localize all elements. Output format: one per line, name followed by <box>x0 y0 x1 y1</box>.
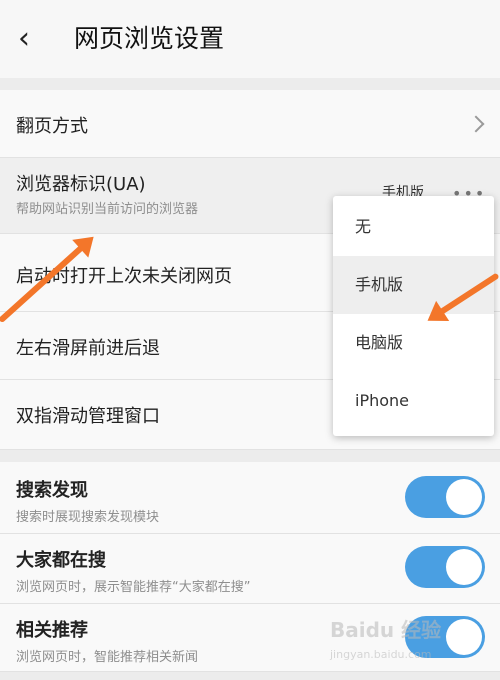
setting-search-discover-sub: 搜索时展现搜索发现模块 <box>16 510 160 525</box>
header-bar: ‹ 网页浏览设置 <box>0 0 500 78</box>
setting-page-turn[interactable]: 翻页方式 <box>0 90 500 158</box>
ua-option-iphone[interactable]: iPhone <box>333 372 494 430</box>
toggle-knob <box>446 479 482 515</box>
baidu-jingyan-watermark: Baidu 经验 jingyan.baidu.com <box>330 610 490 670</box>
toggle-knob <box>446 549 482 585</box>
everyone-search-toggle[interactable] <box>405 546 485 588</box>
watermark-url: jingyan.baidu.com <box>330 648 432 661</box>
setting-related-label: 相关推荐 <box>16 620 88 641</box>
setting-search-discover-label: 搜索发现 <box>16 480 88 501</box>
chevron-right-icon <box>467 115 485 133</box>
setting-everyone-search-sub: 浏览网页时，展示智能推荐“大家都在搜” <box>16 580 251 595</box>
setting-page-turn-label: 翻页方式 <box>16 116 88 137</box>
setting-everyone-search-label: 大家都在搜 <box>16 550 106 571</box>
setting-related-sub: 浏览网页时，智能推荐相关新闻 <box>16 650 199 665</box>
ua-option-mobile[interactable]: 手机版 <box>333 256 494 314</box>
chevron-left-icon[interactable]: ‹ <box>18 22 48 56</box>
search-discover-toggle[interactable] <box>405 476 485 518</box>
setting-two-finger-label: 双指滑动管理窗口 <box>16 406 160 427</box>
watermark-text: Baidu 经验 <box>330 618 442 642</box>
setting-everyone-search: 大家都在搜 浏览网页时，展示智能推荐“大家都在搜” <box>0 534 500 604</box>
setting-swipe-nav-label: 左右滑屏前进后退 <box>16 338 160 359</box>
setting-ua-sub: 帮助网站识别当前访问的浏览器 <box>16 202 199 217</box>
ua-option-none[interactable]: 无 <box>333 198 494 256</box>
setting-ua-label: 浏览器标识(UA) <box>16 174 146 195</box>
ua-dropdown-menu: 无 手机版 电脑版 iPhone <box>333 196 494 436</box>
setting-search-discover: 搜索发现 搜索时展现搜索发现模块 <box>0 462 500 534</box>
page-title: 网页浏览设置 <box>74 24 225 53</box>
ua-option-desktop[interactable]: 电脑版 <box>333 314 494 372</box>
